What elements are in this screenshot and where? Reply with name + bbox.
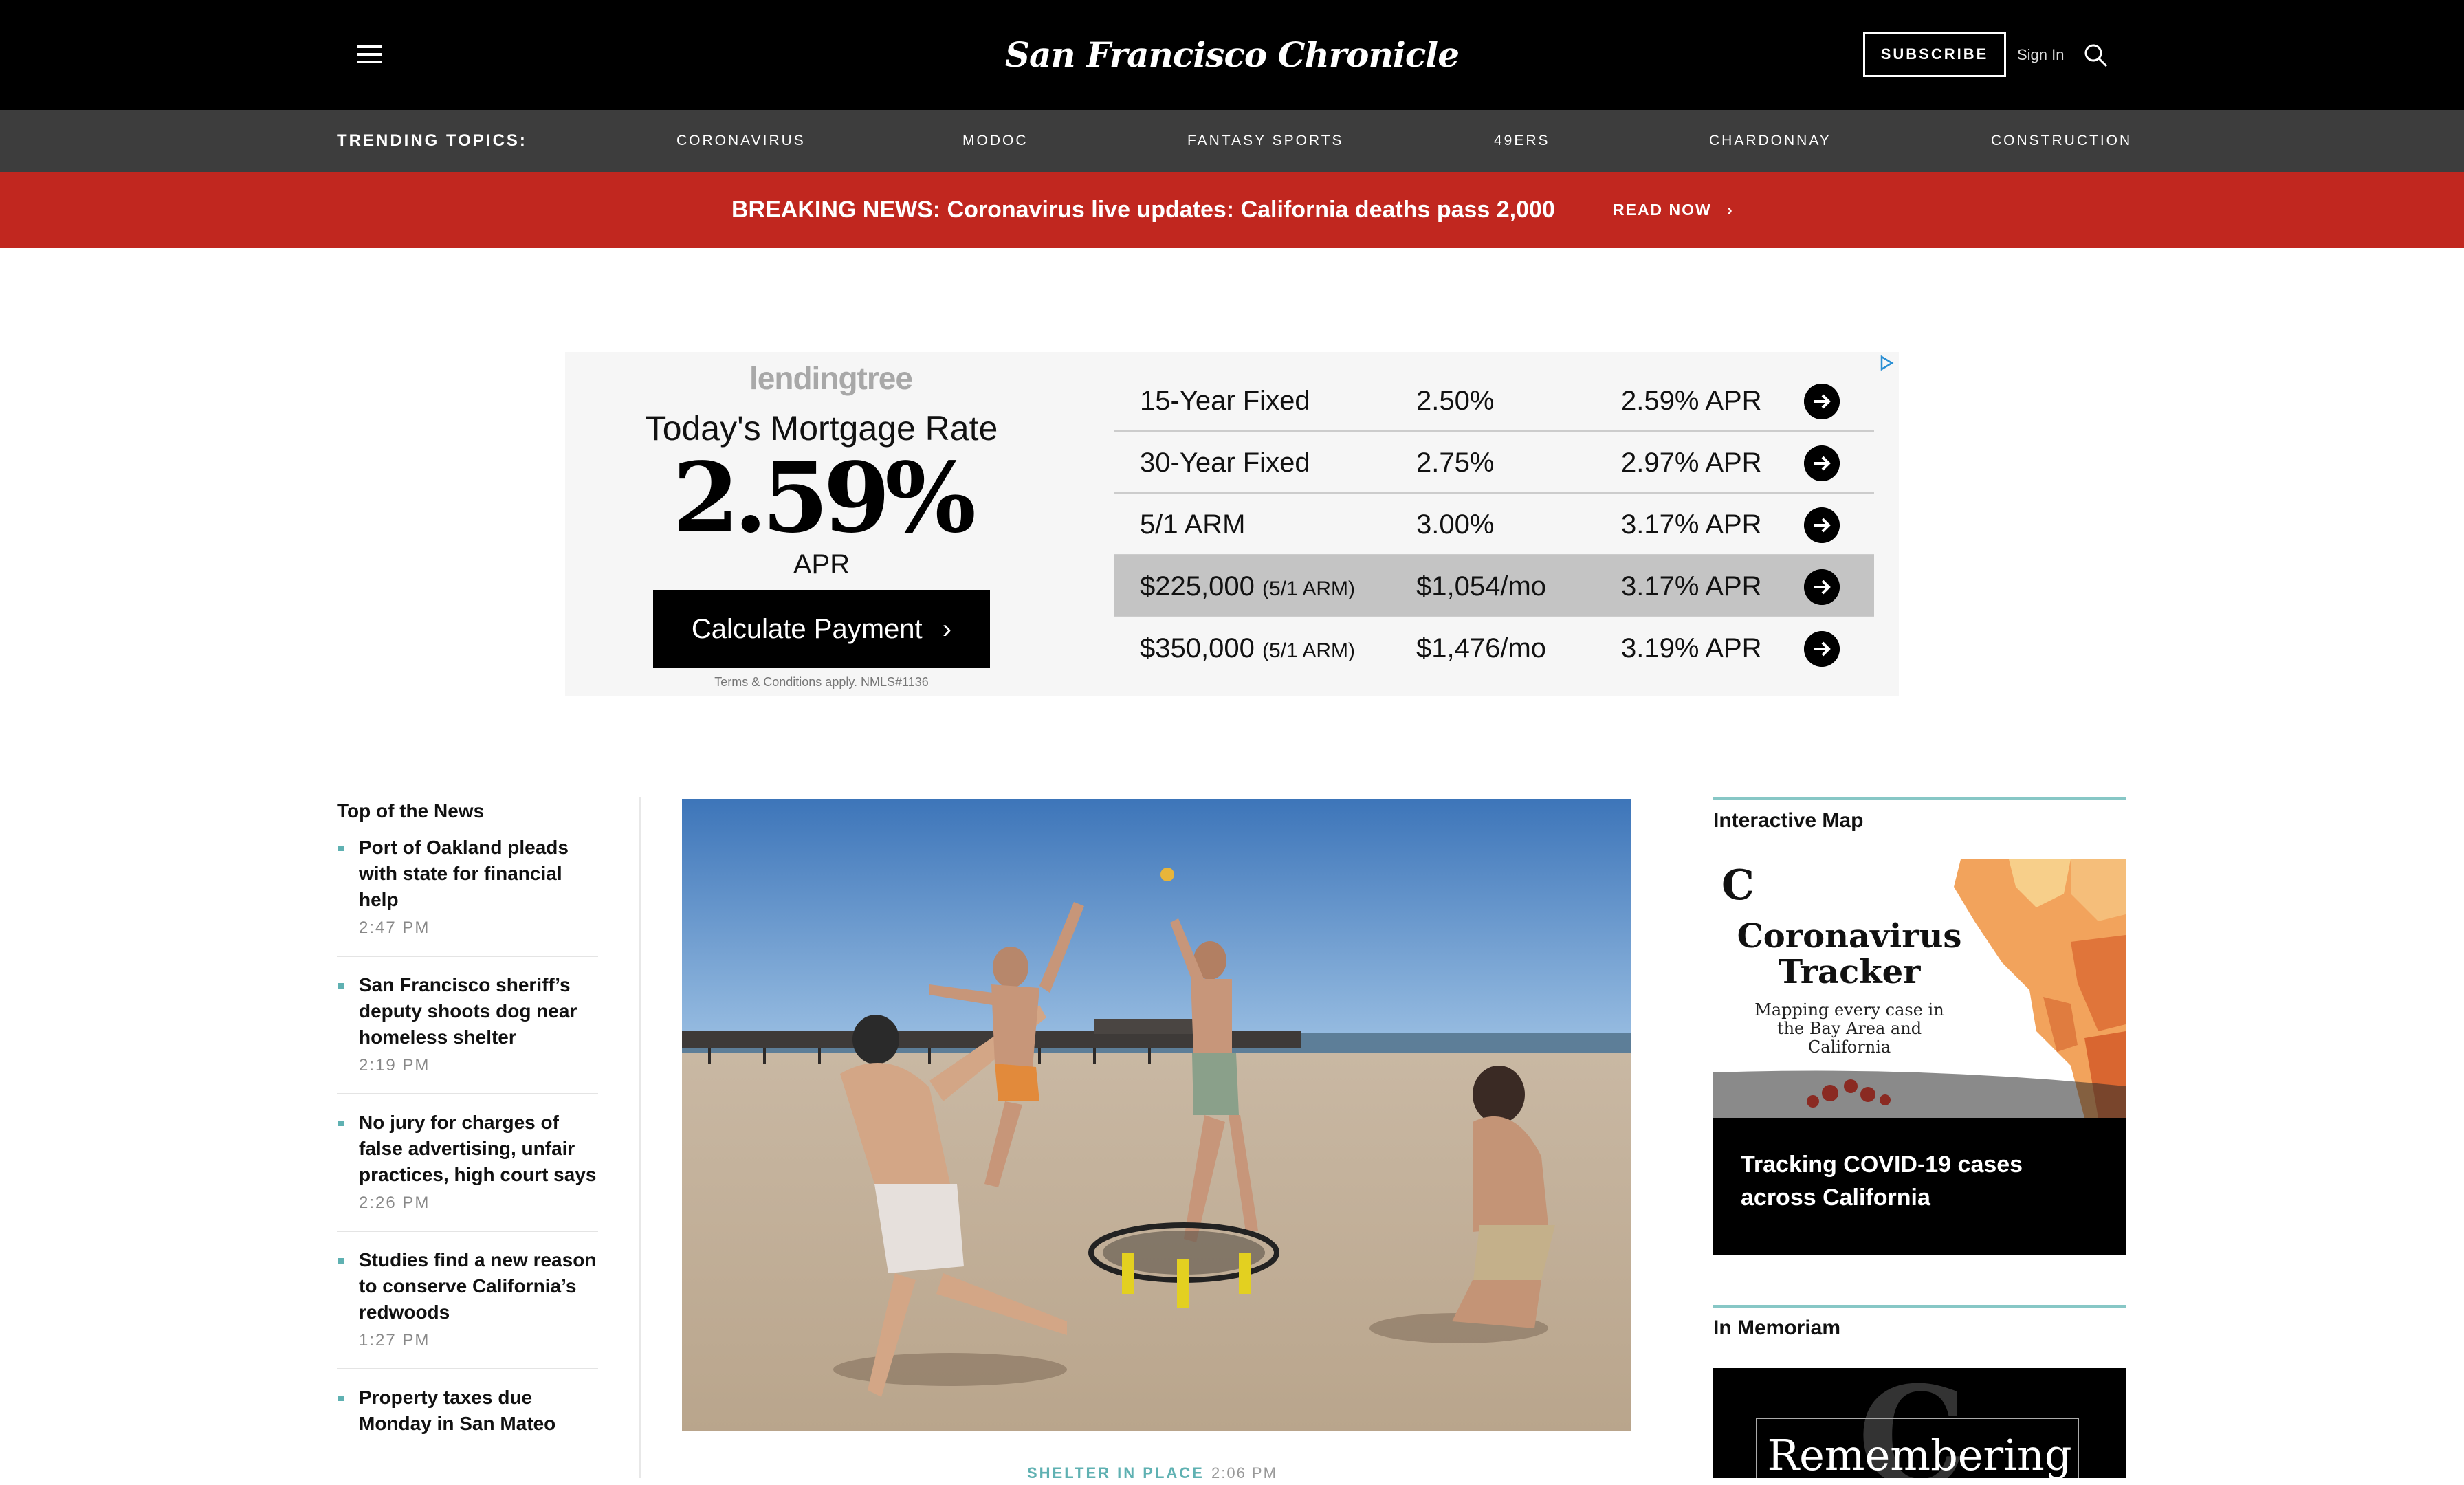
top-news-heading[interactable]: Top of the News xyxy=(337,798,484,825)
trending-topic[interactable]: CORONAVIRUS xyxy=(676,110,806,172)
column-divider xyxy=(639,798,641,1478)
rate-table: 15-Year Fixed 2.50% 2.59% APR 30-Year Fi… xyxy=(1114,370,1874,679)
rate-row[interactable]: 30-Year Fixed 2.75% 2.97% APR xyxy=(1114,432,1874,494)
rate-sublabel: (5/1 ARM) xyxy=(1262,578,1355,600)
bullet-icon xyxy=(338,983,344,989)
lendingtree-logo: lendingtree xyxy=(749,360,913,396)
news-timestamp: 2:19 PM xyxy=(359,1056,430,1075)
news-timestamp: 2:26 PM xyxy=(359,1194,430,1212)
list-item[interactable]: Port of Oakland pleads with state for fi… xyxy=(337,835,598,957)
rate-label: 30-Year Fixed xyxy=(1140,448,1310,478)
ad-rate-unit: APR xyxy=(793,549,850,580)
bullet-icon xyxy=(338,1396,344,1401)
news-timestamp: 2:47 PM xyxy=(359,918,430,937)
story-kicker[interactable]: SHELTER IN PLACE xyxy=(1027,1464,1204,1485)
news-headline[interactable]: San Francisco sheriff’s deputy shoots do… xyxy=(359,972,598,1050)
trending-topic[interactable]: 49ERS xyxy=(1494,110,1550,172)
calculate-payment-label: Calculate Payment xyxy=(691,614,923,644)
chevron-right-icon: › xyxy=(1727,201,1734,219)
tracker-subtitle: Mapping every case in the Bay Area and C… xyxy=(1754,1000,1944,1057)
news-headline[interactable]: Port of Oakland pleads with state for fi… xyxy=(359,835,598,913)
trending-topic[interactable]: CONSTRUCTION xyxy=(1991,110,2132,172)
calculate-payment-button[interactable]: Calculate Payment › xyxy=(653,590,990,668)
news-timestamp: 1:27 PM xyxy=(359,1331,430,1350)
list-item[interactable]: Studies find a new reason to conserve Ca… xyxy=(337,1247,598,1370)
list-item[interactable]: San Francisco sheriff’s deputy shoots do… xyxy=(337,972,598,1094)
interactive-map-heading[interactable]: Interactive Map xyxy=(1713,806,1863,836)
bullet-icon xyxy=(338,1121,344,1126)
rate-value: 2.50% xyxy=(1416,386,1495,416)
rate-apr: 3.17% APR xyxy=(1621,571,1762,602)
section-divider xyxy=(1713,1305,2126,1308)
arrow-right-icon[interactable] xyxy=(1804,507,1840,543)
trending-topic[interactable]: CHARDONNAY xyxy=(1709,110,1832,172)
arrow-right-icon[interactable] xyxy=(1804,569,1840,605)
rate-row[interactable]: $350,000 (5/1 ARM) $1,476/mo 3.19% APR xyxy=(1114,617,1874,679)
main-story-photo[interactable] xyxy=(682,799,1631,1431)
top-news-list: Port of Oakland pleads with state for fi… xyxy=(337,835,598,1467)
breaking-news-text[interactable]: BREAKING NEWS: Coronavirus live updates:… xyxy=(732,172,1555,248)
rate-apr: 2.59% APR xyxy=(1621,386,1762,416)
breaking-news-banner[interactable]: BREAKING NEWS: Coronavirus live updates:… xyxy=(0,172,2464,248)
rate-row[interactable]: 15-Year Fixed 2.50% 2.59% APR xyxy=(1114,370,1874,432)
read-now-label: READ NOW xyxy=(1613,201,1712,219)
list-item[interactable]: Property taxes due Monday in San Mateo xyxy=(337,1385,598,1452)
rate-row[interactable]: $225,000 (5/1 ARM) $1,054/mo 3.17% APR xyxy=(1114,556,1874,617)
sign-in-link[interactable]: Sign In xyxy=(2017,43,2075,67)
rate-value: 2.75% xyxy=(1416,448,1495,478)
in-memoriam-card[interactable]: C Remembering xyxy=(1713,1368,2126,1478)
ad-rate: 2.59% xyxy=(672,442,976,555)
hamburger-menu-icon[interactable] xyxy=(358,44,382,65)
bullet-icon xyxy=(338,846,344,851)
chronicle-c-logo: C xyxy=(1722,861,1754,910)
news-headline[interactable]: Studies find a new reason to conserve Ca… xyxy=(359,1247,598,1326)
ad-choices-icon[interactable] xyxy=(1878,355,1895,371)
rate-apr: 3.17% APR xyxy=(1621,509,1762,540)
section-divider xyxy=(1713,798,2126,800)
rate-label: 5/1 ARM xyxy=(1140,509,1246,540)
news-headline[interactable]: No jury for charges of false advertising… xyxy=(359,1110,598,1188)
tracker-graphic: C Coronavirus Tracker Mapping every case… xyxy=(1713,859,2126,1118)
subscribe-button[interactable]: SUBSCRIBE xyxy=(1863,32,2006,77)
rate-value: $1,054/mo xyxy=(1416,571,1547,602)
memoriam-title: Remembering xyxy=(1767,1430,2072,1479)
list-item[interactable]: No jury for charges of false advertising… xyxy=(337,1110,598,1232)
arrow-right-icon[interactable] xyxy=(1804,631,1840,667)
tracker-caption[interactable]: Tracking COVID-19 cases across Californi… xyxy=(1741,1148,2098,1214)
rate-row[interactable]: 5/1 ARM 3.00% 3.17% APR xyxy=(1114,494,1874,556)
rate-label: $225,000 xyxy=(1140,571,1255,602)
ad-terms: Terms & Conditions apply. NMLS#1136 xyxy=(714,675,929,689)
trending-label: TRENDING TOPICS: xyxy=(337,131,527,150)
arrow-right-icon[interactable] xyxy=(1804,446,1840,481)
rate-label: 15-Year Fixed xyxy=(1140,386,1310,416)
read-now-link[interactable]: READ NOW › xyxy=(1613,172,1734,248)
search-icon[interactable] xyxy=(2083,43,2108,67)
coronavirus-tracker-card[interactable]: C Coronavirus Tracker Mapping every case… xyxy=(1713,859,2126,1255)
tracker-title: Coronavirus Tracker xyxy=(1737,917,1962,991)
trending-topic[interactable]: MODOC xyxy=(962,110,1028,172)
chevron-right-icon: › xyxy=(942,614,952,644)
bullet-icon xyxy=(338,1258,344,1264)
site-header: San Francisco Chronicle SUBSCRIBE Sign I… xyxy=(0,0,2464,110)
trending-topic[interactable]: FANTASY SPORTS xyxy=(1187,110,1344,172)
story-timestamp: 2:06 PM xyxy=(1211,1464,1277,1482)
rate-apr: 3.19% APR xyxy=(1621,633,1762,663)
in-memoriam-heading[interactable]: In Memoriam xyxy=(1713,1313,1840,1343)
news-headline[interactable]: Property taxes due Monday in San Mateo xyxy=(359,1385,598,1437)
rate-sublabel: (5/1 ARM) xyxy=(1262,639,1355,662)
rate-value: 3.00% xyxy=(1416,509,1495,540)
trending-topics-bar: TRENDING TOPICS: CORONAVIRUS MODOC FANTA… xyxy=(0,110,2464,172)
rate-label: $350,000 xyxy=(1140,633,1255,663)
arrow-right-icon[interactable] xyxy=(1804,384,1840,419)
rate-value: $1,476/mo xyxy=(1416,633,1547,663)
rate-apr: 2.97% APR xyxy=(1621,448,1762,478)
site-logo[interactable]: San Francisco Chronicle xyxy=(962,28,1502,82)
